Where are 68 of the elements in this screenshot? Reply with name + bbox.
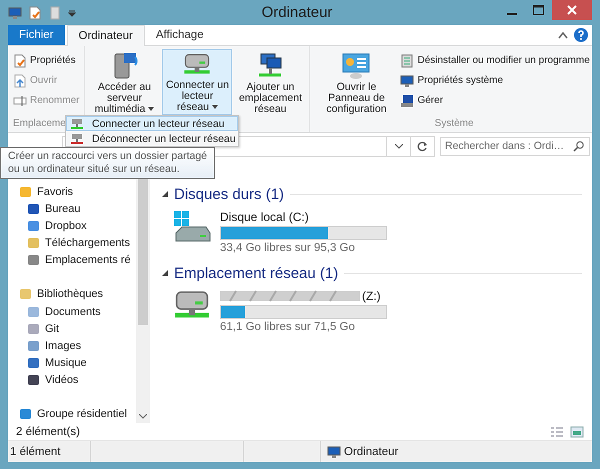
ribbon-button[interactable]: Désinstaller ou modifier un programme <box>398 51 592 70</box>
drive-name[interactable]: Disque local (C:) <box>220 210 309 224</box>
sidebar-item[interactable]: Bibliothèques <box>18 286 104 303</box>
collapse-icon <box>558 31 568 39</box>
ribbon-button[interactable]: Ajouter un emplacement réseau <box>234 49 306 115</box>
sidebar-item[interactable]: Téléchargements <box>18 234 130 252</box>
ribbon-button[interactable]: Ouvrir le Panneau de configuration <box>316 49 396 115</box>
ribbon-tab[interactable]: Affichage <box>144 25 215 45</box>
status-location: Ordinateur <box>344 446 398 458</box>
ribbon-tab[interactable]: Ordinateur <box>66 25 145 46</box>
sidebar-item[interactable]: Emplacements ré <box>18 252 131 269</box>
window-title: Ordinateur <box>260 4 332 21</box>
maximize-icon <box>533 5 544 15</box>
menu-item[interactable]: Connecter un lecteur réseau <box>66 116 238 131</box>
caret-icon <box>212 105 218 110</box>
section-header[interactable]: Emplacement réseau (1) <box>174 264 338 282</box>
free-space-text: 61,1 Go libres sur 71,5 Go <box>220 321 356 333</box>
sidebar-item[interactable]: Git <box>18 320 60 338</box>
sidebar-item[interactable]: Bureau <box>18 200 80 218</box>
sidebar-item[interactable]: Favoris <box>18 183 74 200</box>
control-panel-icon <box>341 51 372 81</box>
sidebar-item[interactable]: Groupe résidentiel <box>18 406 127 423</box>
section-header[interactable]: Disques durs (1) <box>174 186 284 202</box>
system-properties-icon <box>400 74 414 88</box>
help-icon <box>574 28 588 42</box>
search-icon <box>573 140 584 152</box>
refresh-icon <box>417 140 428 152</box>
rename-icon <box>13 94 27 108</box>
item-count: 2 élément(s) <box>16 426 80 438</box>
network-drive-icon <box>70 118 84 130</box>
ribbon-button[interactable]: Gérer <box>398 91 592 110</box>
computer-icon <box>327 444 341 458</box>
search-field[interactable]: Rechercher dans : Ordi… <box>440 136 590 156</box>
close-icon <box>567 5 577 15</box>
manage-icon <box>400 94 414 108</box>
collapse-triangle-icon <box>162 270 168 276</box>
drive-name[interactable]: (Z:) <box>362 288 381 302</box>
dropdown-icon <box>68 8 76 16</box>
collapse-triangle-icon <box>162 191 168 197</box>
group-label: Emplaceme <box>12 118 66 131</box>
programs-icon <box>400 54 414 68</box>
sidebar-item[interactable]: Documents <box>18 302 101 320</box>
network-drive-icon <box>70 132 84 144</box>
document-icon <box>28 6 42 20</box>
sidebar-item[interactable]: Vidéos <box>18 372 78 389</box>
sidebar-item[interactable]: Images <box>18 337 82 354</box>
minimize-icon <box>506 13 516 15</box>
caret-icon <box>148 107 154 112</box>
ribbon-button[interactable]: Connecter un lecteur réseau <box>162 49 232 115</box>
document-icon <box>13 54 27 68</box>
ribbon-button[interactable]: Propriétés <box>11 51 82 70</box>
group-label: Système <box>434 118 475 131</box>
ribbon-button[interactable]: Propriétés système <box>398 71 592 90</box>
close-button[interactable] <box>552 0 592 20</box>
scroll-down-icon[interactable] <box>139 414 147 419</box>
sidebar-item[interactable]: Dropbox <box>18 217 87 234</box>
status-text: 1 élément <box>10 446 61 458</box>
ribbon-button[interactable]: Accéder au serveur multimédia <box>88 49 160 115</box>
computer-icon <box>8 6 22 20</box>
file-tab[interactable]: Fichier <box>8 25 65 45</box>
chevron-down-icon <box>394 144 402 148</box>
sidebar-item[interactable]: Musique <box>18 354 87 372</box>
details-view-icon <box>550 426 564 438</box>
free-space-text: 33,4 Go libres sur 95,3 Go <box>220 242 356 254</box>
open-icon <box>13 74 27 88</box>
tooltip: Créer un raccourci vers un dossier partagé ou un ordinateur situé sur un réseau. <box>0 147 216 179</box>
menu-item[interactable]: Déconnecter un lecteur réseau <box>66 131 238 146</box>
large-icons-view-icon <box>570 426 584 438</box>
